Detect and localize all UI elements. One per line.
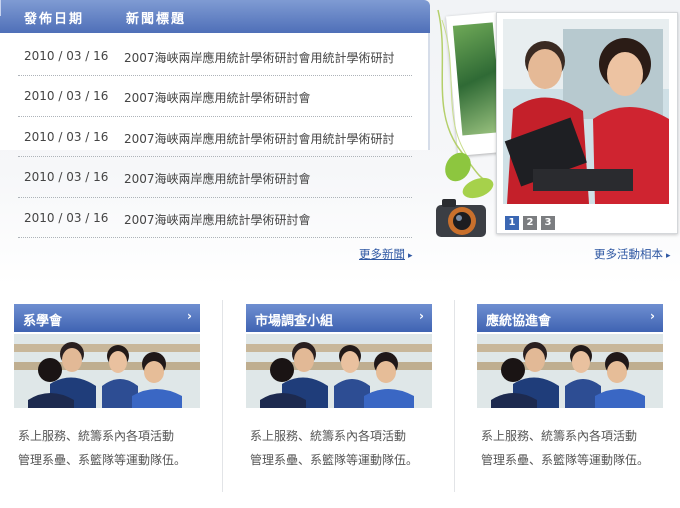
pager-page-button[interactable]: 1	[505, 216, 519, 230]
album-pager: 123	[505, 210, 559, 230]
card-description-line: 系上服務、統籌系內各項活動	[250, 429, 407, 443]
card-description-line: 管理系壘、系籃隊等運動隊伍。	[18, 453, 187, 467]
card-photo	[246, 334, 432, 408]
card-title: 應統協進會	[486, 314, 552, 329]
news-title-link[interactable]: 2007海峽兩岸應用統計學術研討會用統計學術研討	[124, 130, 395, 147]
more-news-label: 更多新聞	[359, 247, 405, 261]
news-row[interactable]: 2010 / 03 / 16 2007海峽兩岸應用統計學術研討會	[18, 198, 412, 238]
news-date: 2010 / 03 / 16	[24, 49, 109, 63]
news-title-link[interactable]: 2007海峽兩岸應用統計學術研討會	[124, 170, 311, 187]
news-row[interactable]: 2010 / 03 / 16 2007海峽兩岸應用統計學術研討會用統計學術研討	[18, 117, 412, 158]
card-market-research: 市場調查小組 › 系上服務、統籌系內各項活動 管理系壘、系籃隊等運動隊伍。	[246, 304, 432, 467]
card-header[interactable]: 系學會 ›	[14, 304, 200, 332]
news-row[interactable]: 2010 / 03 / 16 2007海峽兩岸應用統計學術研討會	[18, 76, 412, 117]
album-photo[interactable]	[503, 19, 669, 204]
arrow-right-icon: ▸	[666, 251, 671, 261]
card-statistics-association: 應統協進會 › 系上服務、統籌系內各項活動 管理系壘、系籃隊等運動隊伍。	[477, 304, 663, 467]
news-panel: 發佈日期 新聞標題 2010 / 03 / 16 2007海峽兩岸應用統計學術研討…	[0, 0, 430, 240]
card-description-line: 系上服務、統籌系內各項活動	[18, 429, 175, 443]
news-header-date: 發佈日期	[24, 12, 85, 27]
news-row[interactable]: 2010 / 03 / 16 2007海峽兩岸應用統計學術研討會	[18, 157, 412, 198]
card-description: 系上服務、統籌系內各項活動 管理系壘、系籃隊等運動隊伍。	[250, 424, 440, 472]
card-photo	[477, 334, 663, 408]
header-divider	[0, 0, 1, 16]
card-photo	[14, 334, 200, 408]
album-photo-frame: 123	[496, 12, 678, 234]
card-description: 系上服務、統籌系內各項活動 管理系壘、系籃隊等運動隊伍。	[18, 424, 208, 472]
camera-icon	[436, 199, 486, 237]
card-student-association: 系學會 › 系上服務、統籌系內各項活動 管理系壘、系籃隊等運動隊伍。	[14, 304, 200, 467]
news-header-title: 新聞標題	[126, 12, 187, 27]
pager-page-button[interactable]: 3	[541, 216, 555, 230]
news-row[interactable]: 2010 / 03 / 16 2007海峽兩岸應用統計學術研討會用統計學術研討	[18, 36, 412, 77]
news-header: 發佈日期 新聞標題	[0, 0, 430, 33]
arrow-right-icon: ▸	[408, 251, 413, 261]
card-title: 市場調查小組	[255, 314, 334, 329]
card-header[interactable]: 市場調查小組 ›	[246, 304, 432, 332]
news-list: 2010 / 03 / 16 2007海峽兩岸應用統計學術研討會用統計學術研討 2…	[18, 36, 412, 238]
card-header[interactable]: 應統協進會 ›	[477, 304, 663, 332]
chevron-right-icon: ›	[187, 309, 192, 323]
more-albums-label: 更多活動相本	[594, 247, 663, 261]
news-title-link[interactable]: 2007海峽兩岸應用統計學術研討會	[124, 89, 311, 106]
column-divider	[454, 300, 455, 492]
news-title-link[interactable]: 2007海峽兩岸應用統計學術研討會用統計學術研討	[124, 49, 395, 66]
news-date: 2010 / 03 / 16	[24, 129, 109, 144]
card-title: 系學會	[23, 314, 63, 329]
news-title-link[interactable]: 2007海峽兩岸應用統計學術研討會	[124, 211, 311, 228]
column-divider	[222, 300, 223, 492]
card-description: 系上服務、統籌系內各項活動 管理系壘、系籃隊等運動隊伍。	[481, 424, 671, 472]
more-albums-link[interactable]: 更多活動相本 ▸	[594, 246, 671, 262]
chevron-right-icon: ›	[419, 309, 424, 323]
card-description-line: 管理系壘、系籃隊等運動隊伍。	[481, 453, 650, 467]
more-news-link[interactable]: 更多新聞 ▸	[359, 246, 413, 262]
news-date: 2010 / 03 / 16	[24, 170, 109, 185]
news-date: 2010 / 03 / 16	[24, 210, 109, 225]
card-description-line: 管理系壘、系籃隊等運動隊伍。	[250, 453, 419, 467]
news-date: 2010 / 03 / 16	[24, 89, 109, 104]
pager-page-button[interactable]: 2	[523, 216, 537, 230]
chevron-right-icon: ›	[650, 309, 655, 323]
card-description-line: 系上服務、統籌系內各項活動	[481, 429, 638, 443]
